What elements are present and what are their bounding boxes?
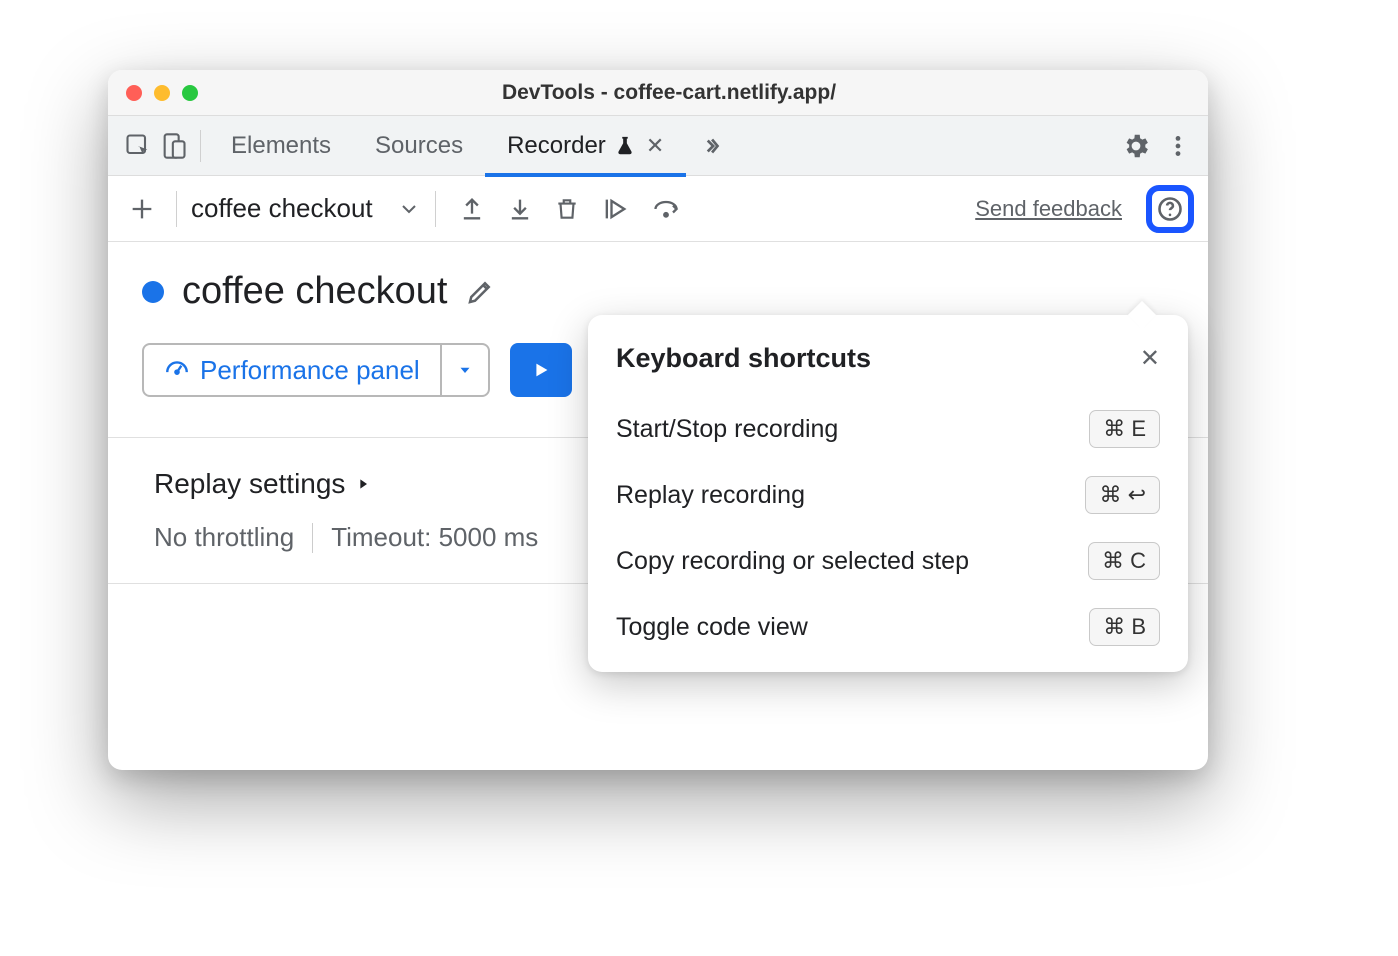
recording-title-row: coffee checkout [142,270,1174,313]
inspect-element-icon[interactable] [120,128,156,164]
step-play-icon[interactable] [600,195,630,223]
kebab-menu-icon[interactable] [1160,128,1196,164]
more-tabs-button[interactable] [686,116,736,176]
recorder-toolbar: coffee checkout Send feedback [108,176,1208,242]
tab-elements[interactable]: Elements [209,116,353,176]
close-window-button[interactable] [126,85,142,101]
recorder-actions [458,195,682,223]
close-tab-icon[interactable]: ✕ [646,133,664,159]
performance-dropdown-icon[interactable] [440,345,488,395]
popup-title: Keyboard shortcuts [616,343,871,374]
import-icon[interactable] [506,195,534,223]
shortcut-row: Replay recording ⌘ ↩ [616,476,1160,514]
new-recording-button[interactable] [122,195,162,223]
window-title: DevTools - coffee-cart.netlify.app/ [148,81,1190,105]
shortcut-row: Toggle code view ⌘ B [616,608,1160,646]
shortcuts-list: Start/Stop recording ⌘ E Replay recordin… [616,410,1160,646]
separator [176,191,177,227]
export-icon[interactable] [458,195,486,223]
recording-title: coffee checkout [182,270,447,313]
step-over-icon[interactable] [650,195,682,223]
separator [200,130,201,162]
tab-recorder[interactable]: Recorder ✕ [485,116,686,176]
timeout-value: Timeout: 5000 ms [331,522,538,553]
keyboard-shortcuts-popup: Keyboard shortcuts ✕ Start/Stop recordin… [588,315,1188,672]
chevron-down-icon[interactable] [397,197,421,221]
shortcut-label: Replay recording [616,481,805,510]
titlebar: DevTools - coffee-cart.netlify.app/ [108,70,1208,116]
performance-panel-button[interactable]: Performance panel [142,343,490,397]
device-toolbar-icon[interactable] [156,128,192,164]
shortcut-keys: ⌘ C [1088,542,1160,580]
recording-status-dot [142,281,164,303]
shortcut-keys: ⌘ ↩ [1085,476,1160,514]
devtools-window: DevTools - coffee-cart.netlify.app/ Elem… [108,70,1208,770]
devtools-tabbar: Elements Sources Recorder ✕ [108,116,1208,176]
shortcut-row: Start/Stop recording ⌘ E [616,410,1160,448]
tab-sources[interactable]: Sources [353,116,485,176]
replay-settings-label: Replay settings [154,468,345,500]
tab-recorder-label: Recorder [507,132,606,160]
settings-icon[interactable] [1118,128,1154,164]
separator [435,191,436,227]
send-feedback-link[interactable]: Send feedback [975,196,1122,222]
close-popup-button[interactable]: ✕ [1140,344,1160,373]
separator [312,523,313,553]
performance-panel-label: Performance panel [200,355,420,386]
shortcut-label: Start/Stop recording [616,415,838,444]
shortcut-label: Copy recording or selected step [616,547,969,576]
shortcut-row: Copy recording or selected step ⌘ C [616,542,1160,580]
shortcut-label: Toggle code view [616,613,808,642]
recording-name-select[interactable]: coffee checkout [191,193,391,224]
replay-button[interactable] [510,343,572,397]
shortcut-keys: ⌘ E [1089,410,1160,448]
delete-icon[interactable] [554,195,580,223]
edit-title-icon[interactable] [465,277,495,307]
shortcut-keys: ⌘ B [1089,608,1160,646]
throttling-value: No throttling [154,522,294,553]
flask-icon [614,135,636,157]
help-button[interactable] [1146,185,1194,233]
